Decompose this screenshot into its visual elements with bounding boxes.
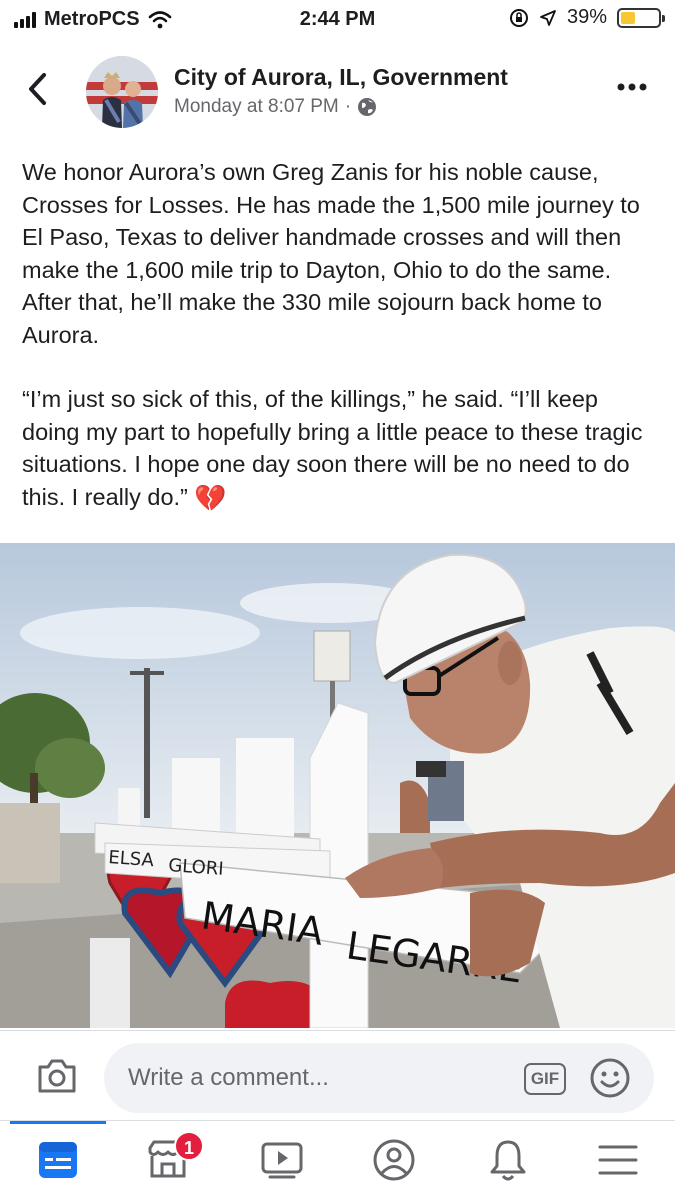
tab-menu[interactable] <box>588 1135 648 1185</box>
post-meta: Monday at 8:07 PM · <box>174 96 377 118</box>
back-button[interactable] <box>26 72 48 113</box>
comment-bar: GIF <box>0 1030 675 1120</box>
emoji-button[interactable] <box>589 1057 631 1099</box>
status-right: 39% <box>509 6 665 29</box>
more-options-button[interactable] <box>617 72 647 92</box>
post-header: City of Aurora, IL, Government Monday at… <box>0 52 675 142</box>
gif-button[interactable]: GIF <box>524 1063 566 1095</box>
smiley-icon <box>590 1058 630 1098</box>
cross-name-small-1: ELSA <box>108 847 156 871</box>
watch-icon <box>261 1142 303 1179</box>
orientation-lock-icon <box>509 8 528 27</box>
camera-icon <box>38 1059 76 1093</box>
quote-text: “I’m just so sick of this, of the killin… <box>22 386 643 510</box>
cross-name-small-2: GLORI <box>168 855 225 880</box>
battery-icon <box>617 7 665 28</box>
page-name[interactable]: City of Aurora, IL, Government <box>174 64 508 91</box>
marketplace-badge: 1 <box>174 1131 204 1161</box>
profile-icon <box>373 1139 415 1181</box>
post-photo[interactable]: ELSA GLORI MARIA LEGARRE <box>0 543 675 1028</box>
tab-bar: 1 <box>0 1120 675 1200</box>
post-paragraph-quote: “I’m just so sick of this, of the killin… <box>22 383 657 514</box>
page-avatar[interactable] <box>86 56 158 128</box>
battery-percent: 39% <box>566 6 607 28</box>
post-paragraph: We honor Aurora’s own Greg Zanis for his… <box>22 159 640 348</box>
more-dots-icon <box>617 83 647 91</box>
status-bar: MetroPCS 2:44 PM 39% <box>0 0 675 40</box>
tab-news-feed[interactable] <box>28 1135 88 1185</box>
back-chevron-icon <box>29 73 46 105</box>
globe-icon <box>358 98 377 116</box>
menu-icon <box>598 1145 638 1175</box>
camera-button[interactable] <box>36 1057 78 1095</box>
tab-watch[interactable] <box>252 1135 312 1185</box>
post-timestamp[interactable]: Monday at 8:07 PM <box>174 96 339 118</box>
meta-separator: · <box>344 96 352 117</box>
news-feed-icon <box>39 1142 77 1178</box>
location-icon <box>540 9 556 26</box>
tab-profile[interactable] <box>364 1135 424 1185</box>
notifications-icon <box>490 1140 526 1181</box>
active-tab-indicator <box>10 1121 106 1124</box>
post-body: We honor Aurora’s own Greg Zanis for his… <box>22 156 657 546</box>
comment-input[interactable] <box>104 1043 654 1113</box>
broken-heart-icon: 💔 <box>194 482 227 513</box>
tab-notifications[interactable] <box>478 1135 538 1185</box>
